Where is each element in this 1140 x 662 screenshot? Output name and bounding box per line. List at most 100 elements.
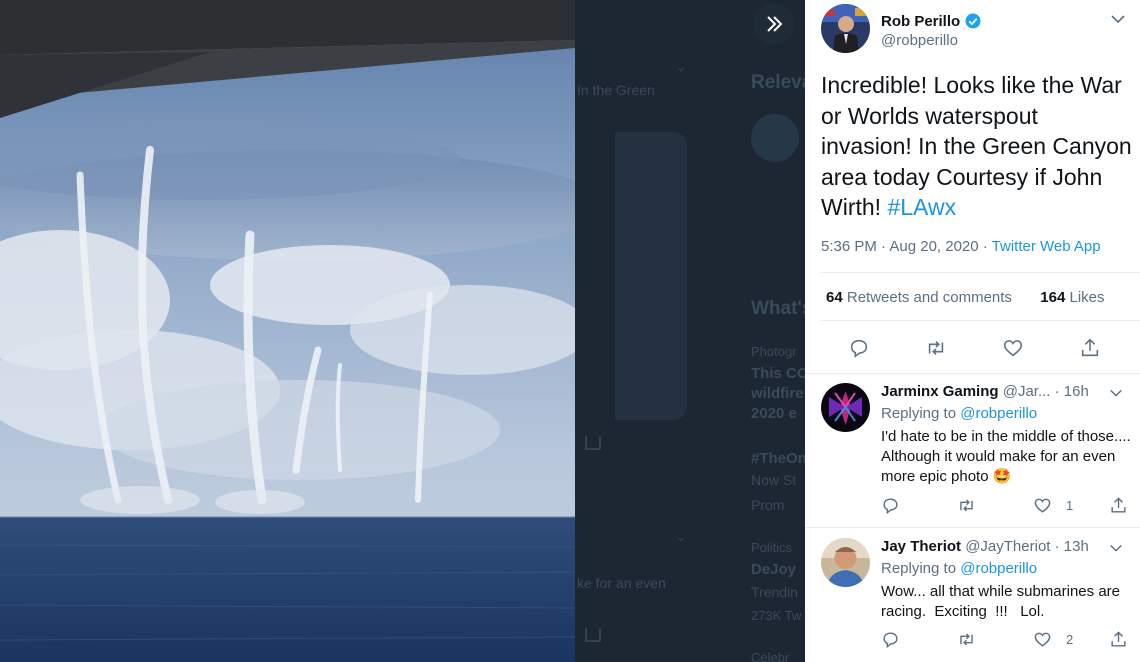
- share-icon: [1111, 497, 1126, 513]
- tweet-time[interactable]: 5:36 PM · Aug 20, 2020 ·: [821, 238, 992, 255]
- reply-actions: 1: [881, 496, 1131, 520]
- replying-to-link[interactable]: @robperillo: [960, 560, 1037, 577]
- reply-header: Jarminx Gaming @Jar... · 16h: [881, 383, 1089, 400]
- tweet-text-body: Incredible! Looks like the War or Worlds…: [821, 72, 1132, 221]
- share-button[interactable]: [1072, 330, 1108, 366]
- bg-promo: Prom: [751, 497, 785, 513]
- reply-author-handle[interactable]: @Jar...: [999, 383, 1051, 400]
- hashtag-link[interactable]: #LAwx: [887, 194, 956, 220]
- reply-button[interactable]: [841, 330, 877, 366]
- bg-snippet-green: In the Green: [577, 82, 655, 98]
- reply-text: I'd hate to be in the middle of those...…: [881, 428, 1131, 485]
- reply-more-button[interactable]: [1108, 385, 1124, 406]
- reply-actions: 2: [881, 630, 1131, 654]
- tweet-photo[interactable]: [0, 0, 575, 662]
- bg-count: 273K Tw: [751, 608, 802, 623]
- tweet-actions: [805, 330, 1140, 366]
- reply-more-button[interactable]: [1108, 540, 1124, 561]
- replying-to-link[interactable]: @robperillo: [960, 405, 1037, 422]
- reply-time[interactable]: · 16h: [1050, 383, 1089, 400]
- bg-bold-2020: 2020 e: [751, 405, 797, 422]
- author-name[interactable]: Rob Perillo: [881, 12, 982, 30]
- reply-icon: [883, 632, 898, 649]
- replying-prefix: Replying to: [881, 405, 961, 422]
- replying-to: Replying to @robperillo: [881, 560, 1037, 577]
- tweet-stats: 64 Retweets and comments 164 Likes: [826, 289, 1105, 306]
- verified-badge-icon: [965, 13, 981, 29]
- more-options-button[interactable]: [1109, 10, 1127, 33]
- bg-share-icon: [585, 436, 601, 450]
- reply-item[interactable]: Jay Theriot @JayTheriot · 13h Replying t…: [805, 538, 1140, 662]
- tweet-detail-panel: Rob Perillo @robperillo Incredible! Look…: [805, 0, 1140, 662]
- bg-trending: Trendin: [751, 584, 798, 600]
- reply-item[interactable]: Jarminx Gaming @Jar... · 16h Replying to…: [805, 383, 1140, 526]
- retweets-count: 64: [826, 289, 843, 306]
- likes-stat[interactable]: 164 Likes: [1040, 289, 1104, 306]
- reply-time[interactable]: · 13h: [1050, 538, 1089, 555]
- author-handle[interactable]: @robperillo: [881, 32, 958, 49]
- chevron-down-icon: [1111, 15, 1125, 24]
- tweet-timestamp: 5:36 PM · Aug 20, 2020 · Twitter Web App: [821, 238, 1101, 255]
- reply-author-handle[interactable]: @JayTheriot: [961, 538, 1050, 555]
- divider: [821, 320, 1140, 321]
- reply-icon: [850, 339, 868, 358]
- reply-like-button[interactable]: 2: [1033, 630, 1073, 649]
- reply-like-count: 2: [1066, 632, 1074, 647]
- double-chevron-right-icon: [767, 16, 783, 32]
- bg-bold-dejoy: DeJoy: [751, 561, 797, 578]
- expand-button[interactable]: [753, 3, 795, 45]
- bg-chevron-icon: ⌄: [675, 58, 687, 74]
- reply-author-name[interactable]: Jarminx Gaming: [881, 383, 999, 400]
- like-button[interactable]: [995, 330, 1031, 366]
- bg-avatar: [751, 114, 799, 162]
- reply-author-name[interactable]: Jay Theriot: [881, 538, 961, 555]
- reply-reply-button[interactable]: [881, 496, 900, 515]
- bg-hashtag-theone: #TheOn: [751, 450, 805, 467]
- bg-chevron-icon-2: ⌄: [675, 528, 687, 544]
- reply-share-button[interactable]: [1109, 630, 1128, 649]
- retweet-icon: [960, 499, 973, 512]
- reply-header: Jay Theriot @JayTheriot · 13h: [881, 538, 1089, 555]
- bg-label-photo: Photogr: [751, 344, 797, 359]
- waterspouts-photo: [0, 0, 575, 662]
- retweet-button[interactable]: [918, 330, 954, 366]
- bg-snippet-even: ke for an even: [577, 575, 666, 591]
- background-page: In the Green ⌄ ⌄ ke for an even Releva W…: [575, 0, 805, 662]
- reply-like-count: 1: [1066, 498, 1074, 513]
- chevron-down-icon: [1110, 544, 1122, 552]
- bg-now-st: Now St: [751, 472, 797, 488]
- bg-label-celeb: Celebr: [751, 650, 790, 662]
- tweet-text: Incredible! Looks like the War or Worlds…: [821, 70, 1133, 223]
- author-avatar[interactable]: [821, 4, 870, 53]
- likes-count: 164: [1040, 289, 1066, 306]
- bg-share-icon-2: [585, 628, 601, 642]
- bg-bold-wildfire: wildfire: [751, 385, 804, 402]
- retweets-label: Retweets and comments: [842, 289, 1012, 306]
- reply-retweet-button[interactable]: [957, 496, 976, 515]
- bg-heading-whats: What's: [751, 298, 805, 319]
- reply-text: Wow... all that while submarines are rac…: [881, 583, 1125, 620]
- reply-icon: [883, 498, 898, 515]
- replying-prefix: Replying to: [881, 560, 961, 577]
- divider: [821, 272, 1140, 273]
- chevron-down-icon: [1110, 389, 1122, 397]
- divider: [805, 373, 1140, 374]
- reply-like-button[interactable]: 1: [1033, 496, 1073, 515]
- bg-card: [615, 132, 687, 420]
- retweet-icon: [960, 633, 973, 646]
- reply-reply-button[interactable]: [881, 630, 900, 649]
- reply-avatar[interactable]: [821, 538, 870, 587]
- likes-label: Likes: [1065, 289, 1105, 306]
- share-icon: [1111, 631, 1126, 647]
- author-name-text: Rob Perillo: [881, 12, 961, 30]
- tweet-source[interactable]: Twitter Web App: [992, 238, 1101, 255]
- bg-label-politics: Politics: [751, 540, 793, 555]
- reply-avatar[interactable]: [821, 383, 870, 432]
- retweets-stat[interactable]: 64 Retweets and comments: [826, 289, 1012, 306]
- retweet-icon: [928, 341, 944, 355]
- reply-retweet-button[interactable]: [957, 630, 976, 649]
- share-icon: [1081, 338, 1099, 357]
- heart-icon: [1034, 498, 1051, 513]
- heart-icon: [1034, 632, 1051, 647]
- reply-share-button[interactable]: [1109, 496, 1128, 515]
